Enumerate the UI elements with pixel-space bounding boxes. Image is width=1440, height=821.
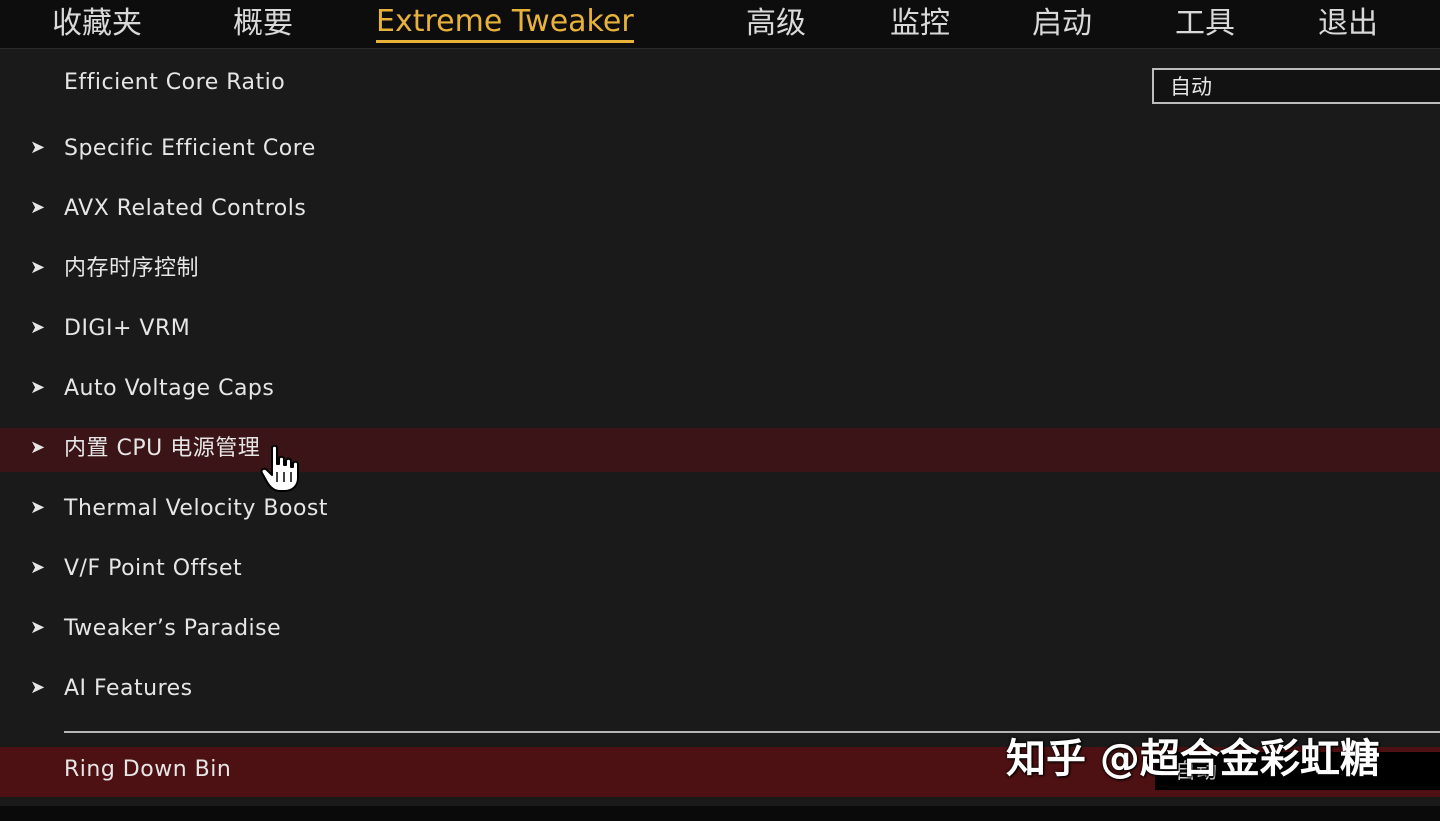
submenu-avx-related-controls[interactable]: ➤ AVX Related Controls [0,188,1440,232]
arrow-right-icon: ➤ [30,197,46,218]
submenu-label: AVX Related Controls [64,196,307,221]
arrow-right-icon: ➤ [30,677,46,698]
submenu-vf-point-offset[interactable]: ➤ V/F Point Offset [0,548,1440,592]
efficient-core-ratio-value: 自动 [1170,75,1212,99]
bottom-strip [0,806,1440,821]
submenu-label: 内置 CPU 电源管理 [64,436,261,461]
tab-favorites[interactable]: 收藏夹 [52,4,142,44]
efficient-core-ratio-select[interactable]: 自动 [1152,68,1440,104]
arrow-right-icon: ➤ [30,257,46,278]
tab-monitor[interactable]: 监控 [890,4,950,44]
submenu-label: Auto Voltage Caps [64,376,275,401]
hand-pointer-icon [260,444,299,492]
arrow-right-icon: ➤ [30,617,46,638]
submenu-label: AI Features [64,676,193,701]
tab-extreme-tweaker[interactable]: Extreme Tweaker [376,4,634,43]
submenu-cpu-power-management[interactable]: ➤ 内置 CPU 电源管理 [0,428,1440,472]
arrow-right-icon: ➤ [30,317,46,338]
submenu-label: Tweaker’s Paradise [64,616,282,641]
submenu-tweakers-paradise[interactable]: ➤ Tweaker’s Paradise [0,608,1440,652]
bios-screen: 收藏夹 概要 Extreme Tweaker 高级 监控 启动 工具 退出 Ef… [0,0,1440,821]
submenu-specific-efficient-core[interactable]: ➤ Specific Efficient Core [0,128,1440,172]
ring-down-bin-label: Ring Down Bin [64,757,232,782]
tab-exit[interactable]: 退出 [1318,4,1378,44]
submenu-thermal-velocity-boost[interactable]: ➤ Thermal Velocity Boost [0,488,1440,532]
top-nav-bar: 收藏夹 概要 Extreme Tweaker 高级 监控 启动 工具 退出 [0,0,1440,49]
tab-main[interactable]: 概要 [233,4,293,44]
submenu-label: Thermal Velocity Boost [64,496,328,521]
submenu-label: V/F Point Offset [64,556,243,581]
submenu-label: 内存时序控制 [64,256,200,281]
submenu-ai-features[interactable]: ➤ AI Features [0,668,1440,712]
efficient-core-ratio-label: Efficient Core Ratio [64,70,286,95]
submenu-memory-timing[interactable]: ➤ 内存时序控制 [0,248,1440,292]
tab-boot[interactable]: 启动 [1032,4,1092,44]
arrow-right-icon: ➤ [30,557,46,578]
tab-tool[interactable]: 工具 [1175,4,1235,44]
submenu-auto-voltage-caps[interactable]: ➤ Auto Voltage Caps [0,368,1440,412]
submenu-label: DIGI+ VRM [64,316,191,341]
arrow-right-icon: ➤ [30,137,46,158]
section-divider [64,731,1440,733]
arrow-right-icon: ➤ [30,497,46,518]
arrow-right-icon: ➤ [30,437,46,458]
watermark-text: 知乎 @超合金彩虹糖 [1006,736,1380,782]
submenu-digi-vrm[interactable]: ➤ DIGI+ VRM [0,308,1440,352]
submenu-label: Specific Efficient Core [64,136,316,161]
tab-advanced[interactable]: 高级 [746,4,806,44]
arrow-right-icon: ➤ [30,377,46,398]
